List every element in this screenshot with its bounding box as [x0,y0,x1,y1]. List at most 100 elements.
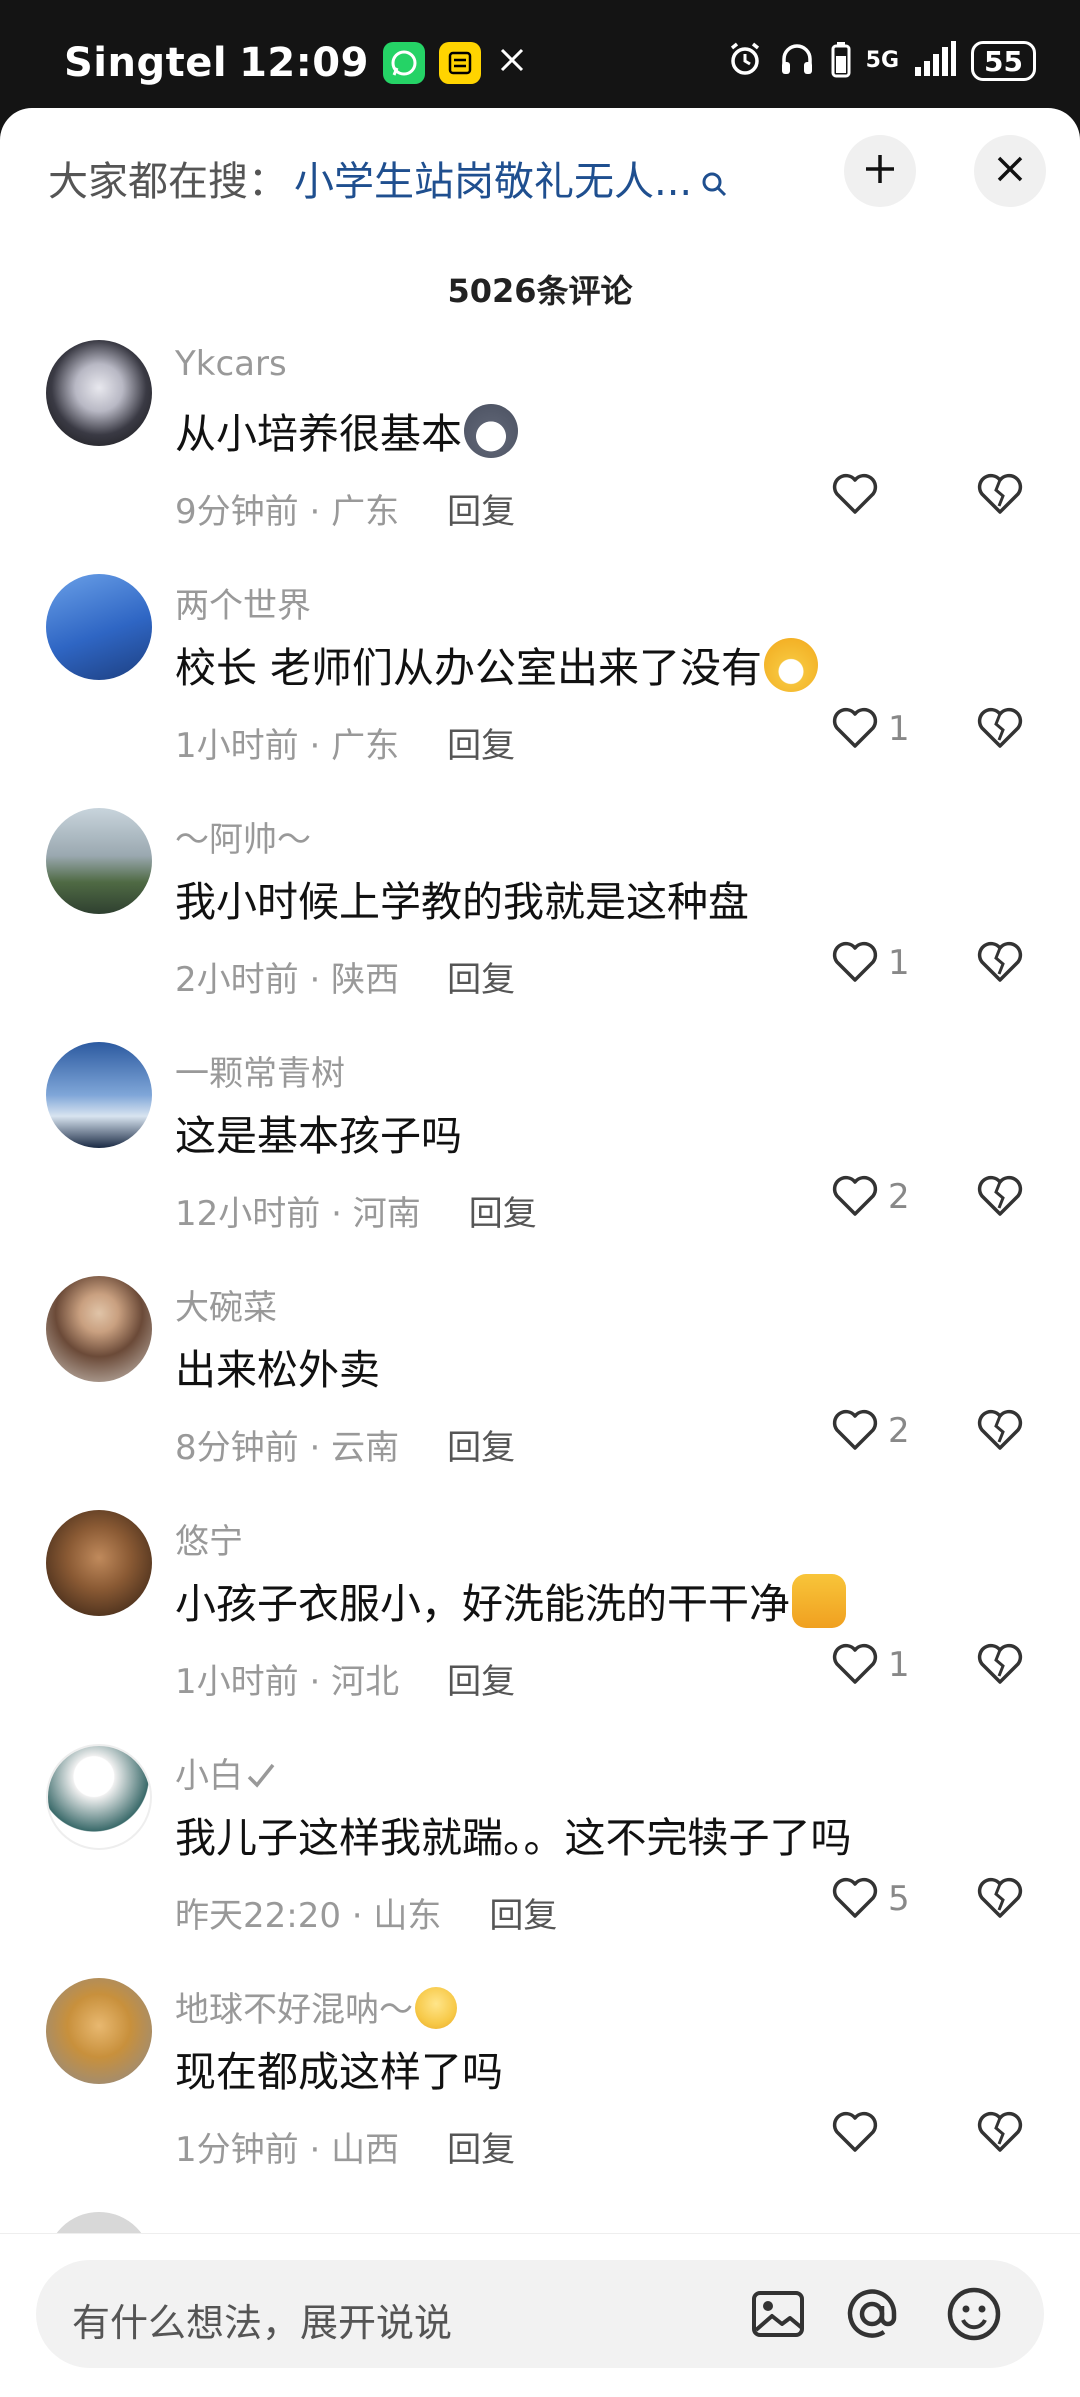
comment-location: 河北 [331,1662,400,1702]
comment-author[interactable]: 两个世界 [175,578,311,627]
reply-button[interactable]: 回复 [447,492,515,532]
comment-text: 我儿子这样我就踹。。这不完犊子了吗 [175,1814,852,1862]
like-button[interactable]: 1 [830,938,910,988]
like-button[interactable]: 1 [830,1640,910,1690]
comment-location: 河南 [352,1194,421,1234]
comment-location: 陕西 [331,960,400,1000]
x-app-icon [499,46,525,81]
comment-text: 现在都成这样了吗 [175,2048,503,2096]
broken-heart-icon [975,1643,1025,1690]
comment-location: 广东 [331,726,400,766]
clock: 12:09 [239,40,369,86]
avatar[interactable] [46,340,152,446]
like-button[interactable]: 2 [830,1406,910,1456]
avatar[interactable] [46,1042,152,1148]
battery-indicator: 55 [971,41,1036,81]
signal-icon [913,41,957,81]
comment-author[interactable]: Ykcars [175,344,287,384]
reply-button[interactable]: 回复 [489,1896,557,1936]
image-icon[interactable] [748,2284,808,2348]
dislike-button[interactable] [975,470,1025,520]
avatar[interactable] [46,1510,152,1616]
verified-check-icon [243,1756,277,1796]
author-name: 小白 [175,1756,243,1796]
close-button[interactable] [974,135,1046,207]
heart-icon [830,1406,880,1456]
dislike-button[interactable] [975,1406,1025,1456]
comment-count: 5026条评论 [447,272,633,310]
reply-button[interactable]: 回复 [469,1194,537,1234]
like-count: 1 [888,943,910,983]
broken-heart-icon [975,1877,1025,1924]
dislike-button[interactable] [975,938,1025,988]
comment-meta: 2小时前 · 陕西 回复 [175,960,516,1000]
dislike-button[interactable] [975,1640,1025,1690]
emoji-icon[interactable] [944,2284,1004,2348]
comment-list: Ykcars 从小培养很基本 9分钟前 · 广东 回复 两个世界 校长 老师们从办… [0,340,1080,2397]
avatar[interactable] [46,1276,152,1382]
comment-location: 山西 [331,2130,400,2170]
grin-emoji-icon [764,638,819,692]
reply-button[interactable]: 回复 [447,2130,515,2170]
trending-search-bar[interactable]: 大家都在搜： 小学生站岗敬礼无人... [48,138,788,218]
search-icon[interactable] [700,162,732,197]
like-button[interactable]: 1 [830,704,910,754]
collapse-icon [860,149,900,193]
comment-time: 1小时前 [175,726,299,766]
comment-author[interactable]: 悠宁 [175,1514,243,1563]
status-bar: Singtel 12:09 5G 55 [0,0,1080,110]
comment-item: 两个世界 校长 老师们从办公室出来了没有 1小时前 · 广东 回复 1 [0,574,1080,808]
comment-author[interactable]: 一颗常青树 [175,1046,345,1095]
broken-heart-icon [975,1175,1025,1222]
minimize-button[interactable] [844,135,916,207]
dislike-button[interactable] [975,704,1025,754]
avatar[interactable] [46,574,152,680]
reply-button[interactable]: 回复 [447,726,515,766]
author-name: 地球不好混呐～ [175,1990,413,2030]
heart-icon [830,2108,880,2158]
dislike-button[interactable] [975,2108,1025,2158]
comment-item: 小白 我儿子这样我就踹。。这不完犊子了吗 昨天22:20 · 山东 回复 5 [0,1744,1080,1978]
comment-author[interactable]: ～阿帅～ [175,812,311,861]
like-button[interactable]: 5 [830,1874,910,1924]
reply-button[interactable]: 回复 [447,1428,515,1468]
avatar[interactable] [46,1744,152,1850]
reply-button[interactable]: 回复 [447,1662,515,1702]
comment-text: 从小培养很基本 [175,400,518,460]
husky-emoji-icon [464,404,518,458]
comment-meta: 8分钟前 · 云南 回复 [175,1428,516,1468]
trending-query[interactable]: 小学生站岗敬礼无人... [294,149,692,207]
reply-button[interactable]: 回复 [447,960,515,1000]
avatar[interactable] [46,1978,152,2084]
like-count: 2 [888,1177,910,1217]
comment-author[interactable]: 大碗菜 [175,1280,277,1329]
comment-time: 12小时前 [175,1194,321,1234]
comment-sheet: 大家都在搜： 小学生站岗敬礼无人... 5026条评论 Ykcars 从小培养很… [0,108,1080,2397]
comment-time: 8分钟前 [175,1428,299,1468]
comment-location: 山东 [373,1896,442,1936]
small-battery-icon [830,40,852,82]
comment-time: 1分钟前 [175,2130,299,2170]
comment-input-placeholder: 有什么想法，展开说说 [72,2301,453,2345]
mention-icon[interactable] [842,2284,902,2348]
like-button[interactable] [830,470,888,520]
trending-label: 大家都在搜： [48,159,288,205]
carrier-label: Singtel [64,40,228,86]
comment-meta: 1小时前 · 广东 回复 [175,726,516,766]
comment-author[interactable]: 地球不好混呐～ [175,1982,457,2031]
heart-icon [830,1874,880,1924]
dislike-button[interactable] [975,1172,1025,1222]
comment-item: 悠宁 小孩子衣服小，好洗能洗的干干净 1小时前 · 河北 回复 1 [0,1510,1080,1744]
like-count: 1 [888,709,910,749]
comment-author[interactable]: 小白 [175,1748,277,1797]
like-button[interactable]: 2 [830,1172,910,1222]
like-count: 5 [888,1879,910,1919]
heart-icon [830,938,880,988]
like-button[interactable] [830,2108,888,2158]
comment-input[interactable]: 有什么想法，展开说说 [36,2260,1044,2368]
dislike-button[interactable] [975,1874,1025,1924]
whatsapp-icon [382,42,425,84]
comment-meta: 昨天22:20 · 山东 回复 [175,1896,558,1936]
avatar[interactable] [46,808,152,914]
comment-text: 小孩子衣服小，好洗能洗的干干净 [175,1570,846,1630]
